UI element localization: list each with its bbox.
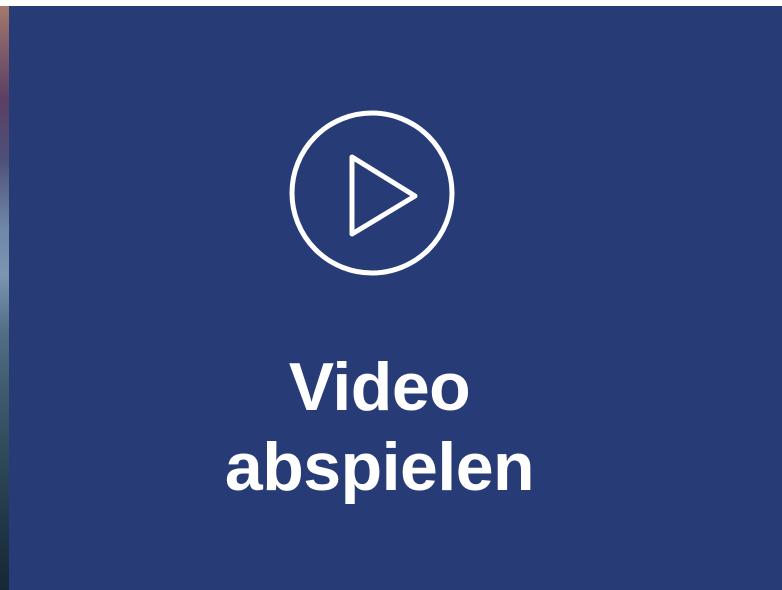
- play-circle-icon: [289, 110, 455, 276]
- play-button[interactable]: [289, 110, 455, 276]
- play-video-overlay[interactable]: Video abspielen: [9, 6, 782, 590]
- video-player: Video abspielen: [0, 0, 782, 590]
- video-thumbnail-edge: [0, 6, 9, 590]
- label-line-1: Video: [288, 349, 471, 425]
- play-video-label[interactable]: Video abspielen: [9, 347, 750, 507]
- label-line-2: abspielen: [224, 429, 535, 505]
